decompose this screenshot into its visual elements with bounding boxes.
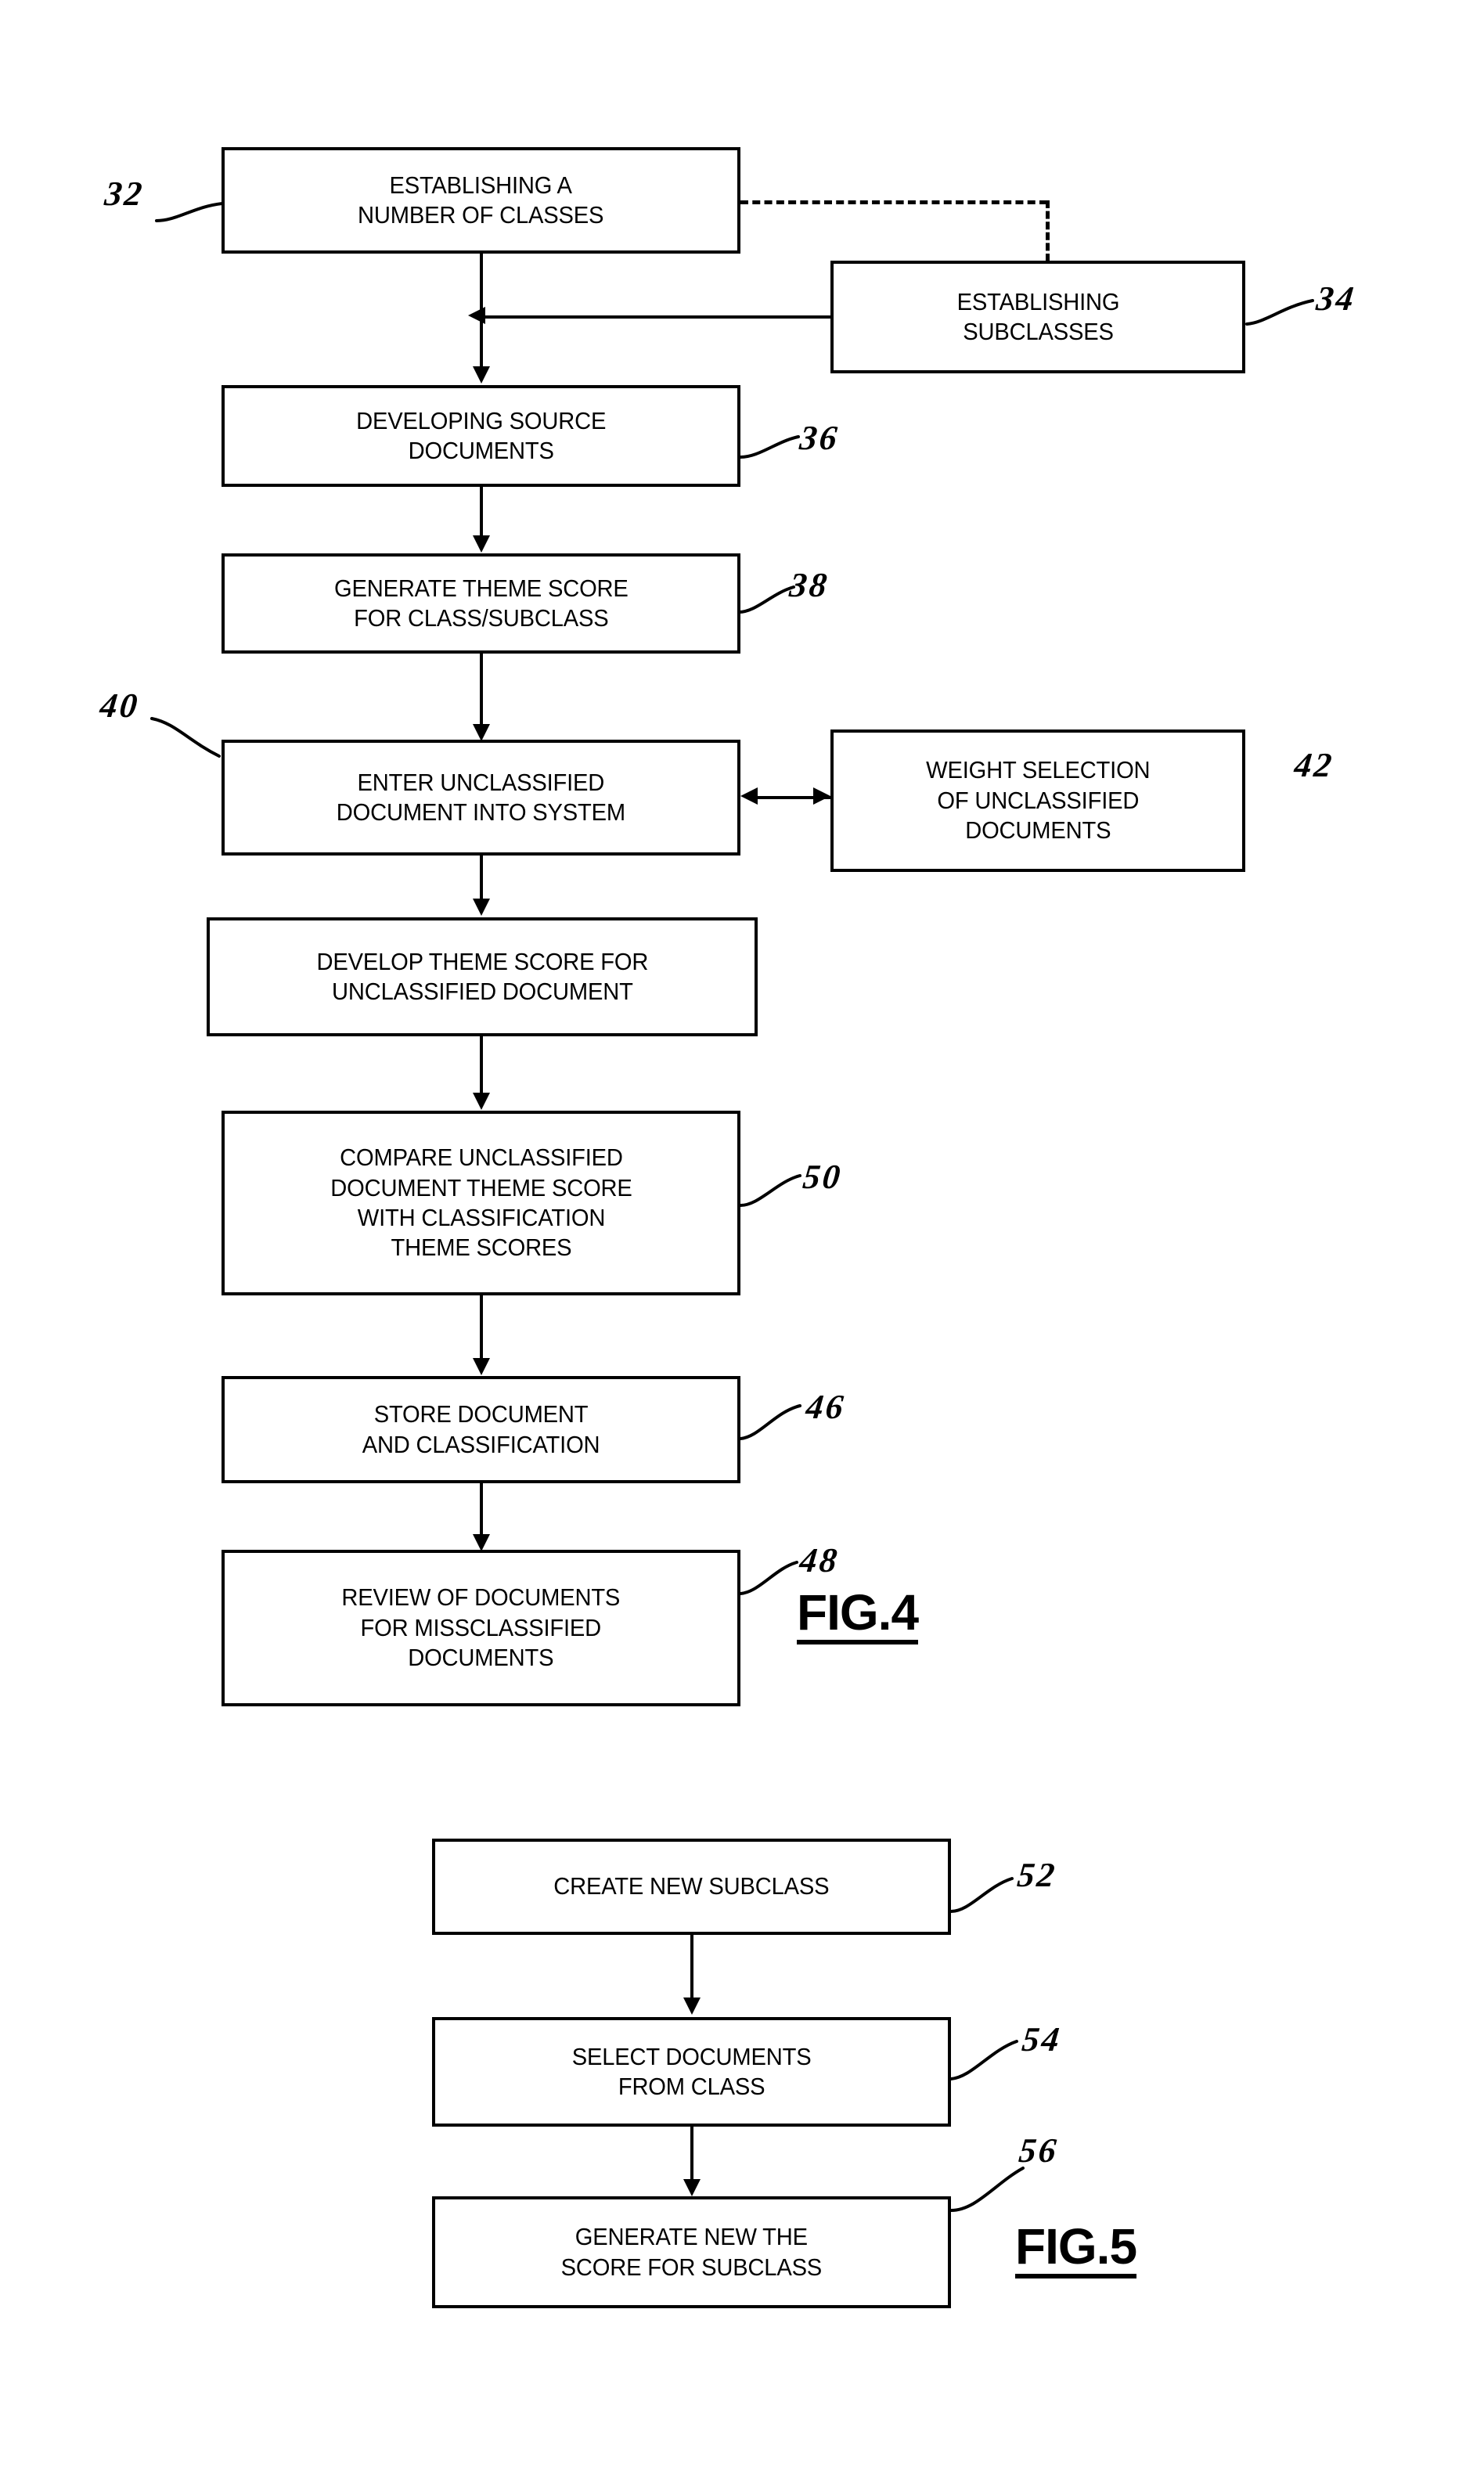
arrowhead-52-to-54 [683, 1997, 701, 2015]
figure-caption-fig4: FIG.4 [797, 1587, 919, 1644]
flow-box-40: ENTER UNCLASSIFIED DOCUMENT INTO SYSTEM [222, 740, 740, 856]
flow-box-34-label: ESTABLISHING SUBCLASSES [956, 287, 1119, 345]
leader-line-56 [949, 2167, 1025, 2212]
flow-box-develop-theme-score-label: DEVELOP THEME SCORE FOR UNCLASSIFIED DOC… [316, 947, 648, 1005]
connector-50-to-46 [480, 1295, 483, 1363]
connector-46-to-48 [480, 1483, 483, 1538]
dashed-connector-32-to-34-vertical [1046, 200, 1050, 261]
flow-box-52-label: CREATE NEW SUBCLASS [553, 1872, 830, 1900]
arrowhead-36-to-38 [473, 535, 490, 553]
arrowhead-38-to-40 [473, 724, 490, 741]
leader-line-46 [739, 1404, 801, 1440]
arrowhead-40-to-42 [813, 787, 830, 805]
figure-caption-fig5: FIG.5 [1015, 2221, 1137, 2278]
flow-box-54: SELECT DOCUMENTS FROM CLASS [432, 2017, 951, 2127]
arrowhead-44-to-50 [473, 1093, 490, 1110]
leader-line-36 [739, 435, 800, 459]
leader-line-38 [737, 585, 795, 614]
flow-box-develop-theme-score: DEVELOP THEME SCORE FOR UNCLASSIFIED DOC… [207, 917, 758, 1036]
flow-box-38-label: GENERATE THEME SCORE FOR CLASS/SUBCLASS [333, 574, 629, 632]
flow-box-54-label: SELECT DOCUMENTS FROM CLASS [571, 2042, 812, 2100]
flow-box-46: STORE DOCUMENT AND CLASSIFICATION [222, 1376, 740, 1483]
flow-box-46-label: STORE DOCUMENT AND CLASSIFICATION [362, 1400, 600, 1458]
patent-drawing-sheet: ESTABLISHING A NUMBER OF CLASSES 32 ESTA… [0, 0, 1484, 2482]
leader-line-40 [150, 717, 221, 758]
leader-line-50 [739, 1174, 801, 1207]
arrowhead-54-to-56 [683, 2179, 701, 2196]
connector-32-to-36 [480, 254, 483, 371]
flow-box-56: GENERATE NEW THE SCORE FOR SUBCLASS [432, 2196, 951, 2308]
connector-38-to-40 [480, 654, 483, 729]
connector-36-to-38 [480, 487, 483, 540]
flow-box-42-label: WEIGHT SELECTION OF UNCLASSIFIED DOCUMEN… [925, 756, 1151, 845]
flow-box-48-label: REVIEW OF DOCUMENTS FOR MISSCLASSIFIED D… [341, 1583, 621, 1672]
leader-line-52 [949, 1877, 1014, 1913]
reference-numeral-52: 52 [1015, 1856, 1059, 1894]
reference-numeral-32: 32 [103, 175, 146, 213]
connector-52-to-54 [690, 1935, 693, 2004]
flow-box-52: CREATE NEW SUBCLASS [432, 1839, 951, 1935]
arrowhead-50-to-46 [473, 1358, 490, 1375]
flow-box-32: ESTABLISHING A NUMBER OF CLASSES [222, 147, 740, 254]
flow-box-38: GENERATE THEME SCORE FOR CLASS/SUBCLASS [222, 553, 740, 654]
connector-54-to-56 [690, 2127, 693, 2183]
reference-numeral-42: 42 [1292, 746, 1336, 784]
flow-box-34: ESTABLISHING SUBCLASSES [830, 261, 1245, 373]
flow-box-32-label: ESTABLISHING A NUMBER OF CLASSES [358, 171, 604, 229]
arrowhead-42-to-40 [740, 787, 758, 805]
flow-box-48: REVIEW OF DOCUMENTS FOR MISSCLASSIFIED D… [222, 1550, 740, 1706]
connector-40-to-44 [480, 856, 483, 902]
flow-box-42: WEIGHT SELECTION OF UNCLASSIFIED DOCUMEN… [830, 729, 1245, 872]
flow-box-50: COMPARE UNCLASSIFIED DOCUMENT THEME SCOR… [222, 1111, 740, 1295]
connector-44-to-50 [480, 1036, 483, 1097]
flow-box-36-label: DEVELOPING SOURCE DOCUMENTS [355, 406, 607, 464]
arrowhead-46-to-48 [473, 1534, 490, 1551]
leader-line-34 [1245, 299, 1314, 326]
flow-box-40-label: ENTER UNCLASSIFIED DOCUMENT INTO SYSTEM [336, 768, 626, 826]
arrowhead-40-to-44 [473, 899, 490, 916]
reference-numeral-46: 46 [804, 1388, 848, 1426]
flow-box-56-label: GENERATE NEW THE SCORE FOR SUBCLASS [560, 2223, 823, 2281]
reference-numeral-40: 40 [98, 686, 142, 725]
connector-34-to-trunk [485, 315, 830, 319]
flow-box-36: DEVELOPING SOURCE DOCUMENTS [222, 385, 740, 487]
arrowhead-32-to-36 [473, 366, 490, 384]
reference-numeral-54: 54 [1020, 2020, 1064, 2059]
leader-line-32 [155, 202, 224, 222]
leader-line-54 [949, 2040, 1018, 2080]
flow-box-50-label: COMPARE UNCLASSIFIED DOCUMENT THEME SCOR… [330, 1144, 632, 1262]
dashed-connector-32-to-34-horizontal [740, 200, 1047, 204]
